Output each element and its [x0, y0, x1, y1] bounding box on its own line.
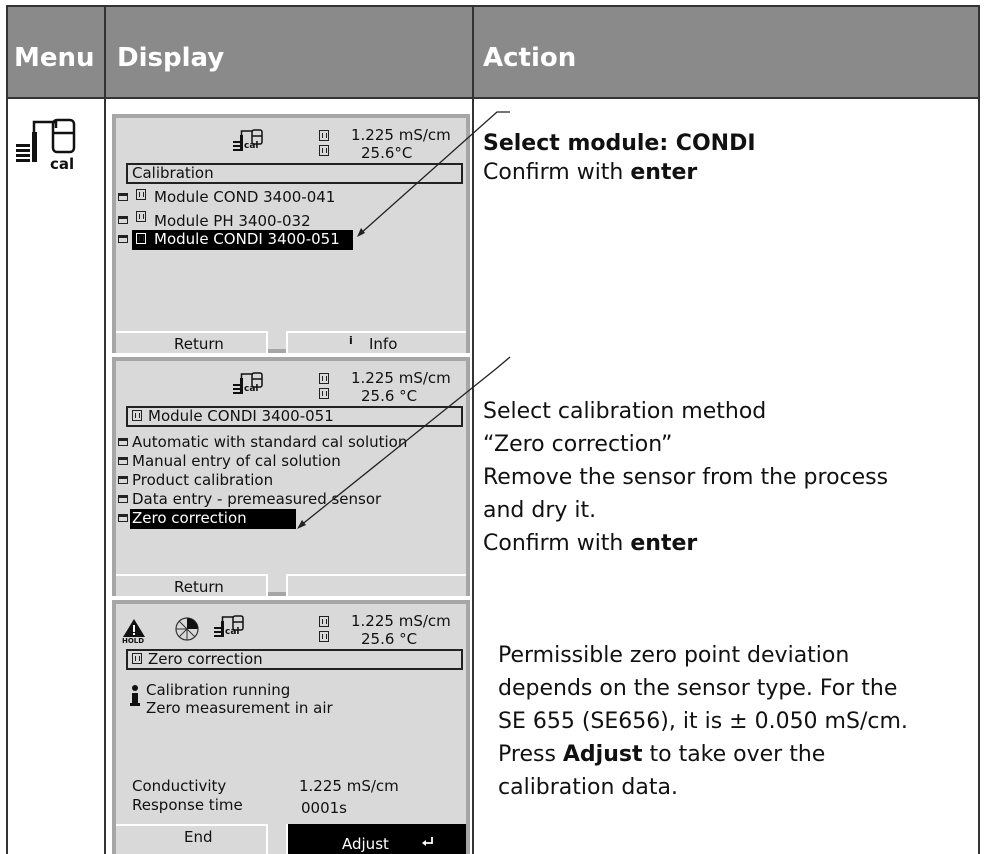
action-3-press-text: Press — [498, 742, 563, 767]
action-2-line-1: Select calibration method — [483, 399, 767, 424]
action-2-confirm-text: Confirm with — [483, 531, 631, 556]
action-2-line-3: Remove the sensor from the process — [483, 465, 889, 490]
action-3-rest-text: to take over the — [642, 742, 826, 767]
action-3-adjust: Adjust — [562, 742, 643, 767]
action-3-line-1: Permissible zero point deviation — [498, 643, 850, 668]
action-3-line-5: calibration data. — [498, 775, 678, 800]
action-1-line-1: Select module: CONDI — [483, 131, 756, 156]
action-2-line-2: “Zero correction” — [483, 432, 673, 457]
action-1-confirm-text: Confirm with — [483, 160, 631, 185]
action-3-line-4: Press Adjust to take over the — [498, 740, 825, 769]
action-1-line-2: Confirm with enter — [483, 158, 697, 187]
action-3-line-3: SE 655 (SE656), it is ± 0.050 mS/cm. — [498, 709, 908, 734]
action-2-line-4: and dry it. — [483, 498, 597, 523]
action-2-line-5: Confirm with enter — [483, 529, 697, 558]
action-3-line-2: depends on the sensor type. For the — [498, 676, 898, 701]
action-1-enter: enter — [630, 160, 698, 185]
action-2-enter: enter — [630, 531, 698, 556]
